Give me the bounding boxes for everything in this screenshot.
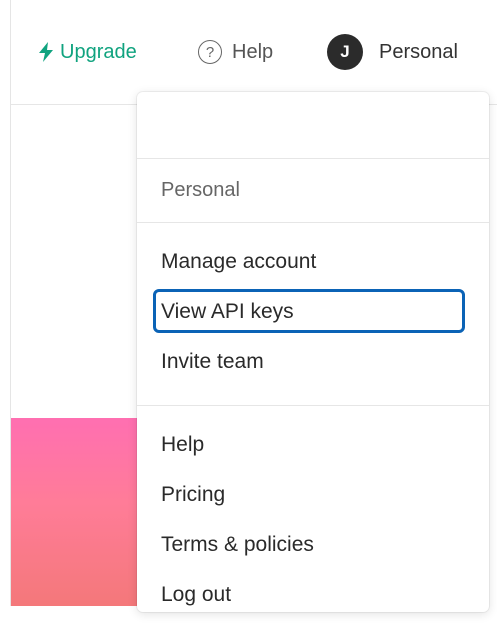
manage-account-item[interactable]: Manage account [137,237,489,287]
help-item[interactable]: Help [137,420,489,470]
help-label: Help [232,40,274,63]
support-links-group: Help Pricing Terms & policies Log out [137,406,489,638]
account-dropdown-menu: Personal Manage account View API keys In… [137,92,489,612]
invite-team-item[interactable]: Invite team [137,337,489,387]
upgrade-label: Upgrade [60,40,137,63]
account-menu-button[interactable]: J Personal [327,34,458,70]
account-actions-group: Manage account View API keys Invite team [137,223,489,406]
view-api-keys-item[interactable]: View API keys [137,287,489,337]
account-label: Personal [379,40,458,63]
upgrade-link[interactable]: Upgrade [38,34,137,70]
lightning-bolt-icon [38,42,54,62]
question-circle-icon: ? [198,40,222,64]
avatar: J [327,34,363,70]
terms-policies-item[interactable]: Terms & policies [137,520,489,570]
menu-section-label: Personal [137,159,489,223]
pricing-item[interactable]: Pricing [137,470,489,520]
menu-header-blank [137,92,489,159]
top-navigation-bar: Upgrade ? Help J Personal [11,0,497,105]
help-link[interactable]: ? Help [198,34,273,70]
log-out-item[interactable]: Log out [137,570,489,620]
